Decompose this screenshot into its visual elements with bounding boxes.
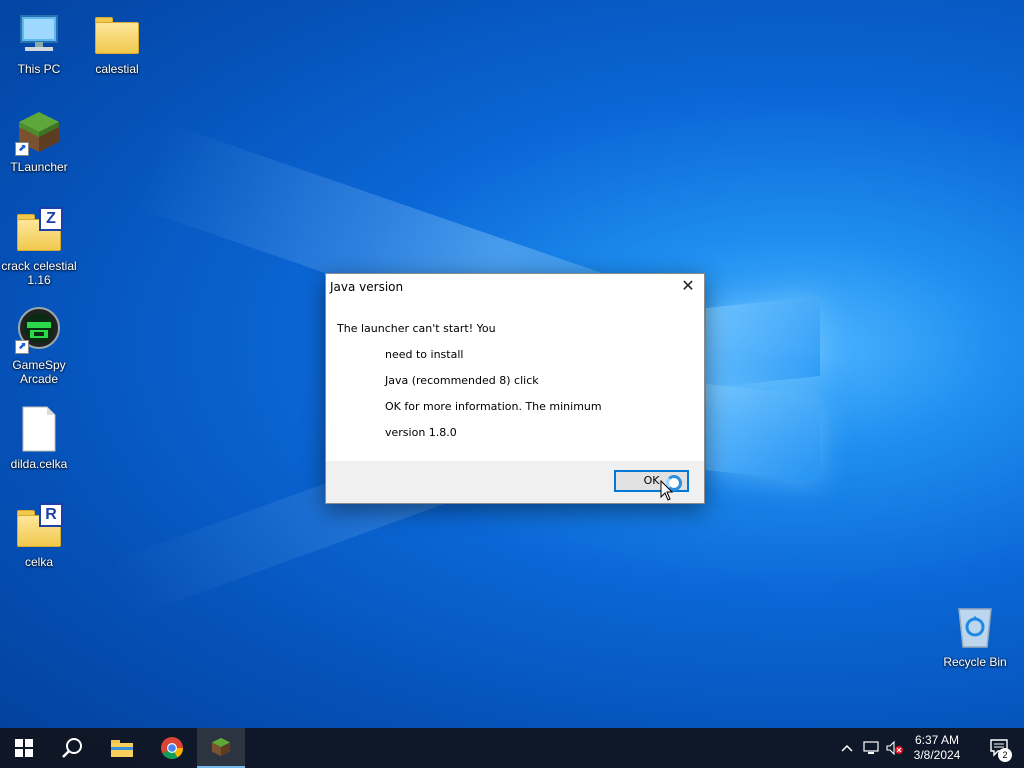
shortcut-arrow-icon: ⬈ [15,142,29,156]
network-icon [863,741,879,754]
network-status[interactable] [860,728,882,768]
taskbar-chrome[interactable] [148,728,196,768]
taskbar-file-explorer[interactable] [98,728,146,768]
desktop-icon-label: This PC [17,62,61,76]
java-version-dialog: Java version ✕ The launcher can't start!… [325,273,705,504]
tray-overflow-chevron[interactable] [836,728,858,768]
desktop-icon-calestial[interactable]: calestial [78,10,156,76]
search-icon [62,738,82,758]
start-button[interactable] [0,728,48,768]
zip-badge: Z [39,207,63,231]
desktop-icon-label: GameSpy Arcade [12,358,66,386]
dialog-message: The launcher can't start! You need to in… [337,321,602,451]
start-icon [15,739,33,757]
desktop-icon-gamespy-arcade[interactable]: ⬈ GameSpy Arcade [0,306,78,386]
clock-date: 3/8/2024 [913,748,961,762]
desktop-icon-label: TLauncher [10,160,68,174]
mouse-pointer-icon [660,480,674,501]
file-explorer-icon [111,740,133,757]
chevron-up-icon [841,744,853,752]
computer-icon [15,10,63,58]
windows-logo-pane [706,384,820,482]
message-line: The launcher can't start! You [337,322,496,335]
clock-time: 6:37 AM [914,733,960,747]
desktop-icon-dilda-celka[interactable]: dilda.celka [0,405,78,471]
message-line: OK for more information. The minimum [385,400,602,413]
desktop-icon-label: crack celestial 1.16 [1,259,77,287]
desktop-icon-label: dilda.celka [10,457,68,471]
rar-badge: R [39,503,63,527]
taskbar-tlauncher[interactable] [197,728,245,768]
recycle-bin-icon [951,603,999,651]
search-button[interactable] [48,728,96,768]
desktop-icon-crack-celestial[interactable]: Z crack celestial 1.16 [0,207,78,287]
rar-folder-icon: R [15,503,63,551]
minecraft-grass-block-icon: ⬈ [15,108,63,156]
action-center-button[interactable]: 2 [976,728,1024,768]
gamespy-icon: ⬈ [15,306,63,354]
shortcut-arrow-icon: ⬈ [15,340,29,354]
volume-status[interactable] [884,728,906,768]
desktop-icon-tlauncher[interactable]: ⬈ TLauncher [0,108,78,174]
desktop-icon-this-pc[interactable]: This PC [0,10,78,76]
chrome-icon [161,737,183,759]
message-line: Java (recommended 8) click [385,374,539,387]
notification-count-badge: 2 [998,748,1012,762]
folder-icon [93,10,141,58]
tlauncher-icon [211,737,231,757]
message-line: need to install [385,348,464,361]
volume-muted-icon [886,741,903,755]
windows-logo-pane [706,296,820,388]
desktop-icon-label: calestial [95,62,139,76]
desktop-icon-recycle-bin[interactable]: Recycle Bin [936,603,1014,669]
dialog-title: Java version [330,280,404,294]
taskbar: 6:37 AM 3/8/2024 2 [0,728,1024,768]
desktop-icon-celka[interactable]: R celka [0,503,78,569]
close-icon[interactable]: ✕ [672,274,704,300]
message-line: version 1.8.0 [385,426,457,439]
desktop-icon-label: celka [24,555,53,569]
clock[interactable]: 6:37 AM 3/8/2024 [906,728,968,768]
file-icon [15,405,63,453]
desktop-icon-label: Recycle Bin [943,655,1007,669]
dialog-footer: OK [326,461,704,503]
zip-folder-icon: Z [15,207,63,255]
